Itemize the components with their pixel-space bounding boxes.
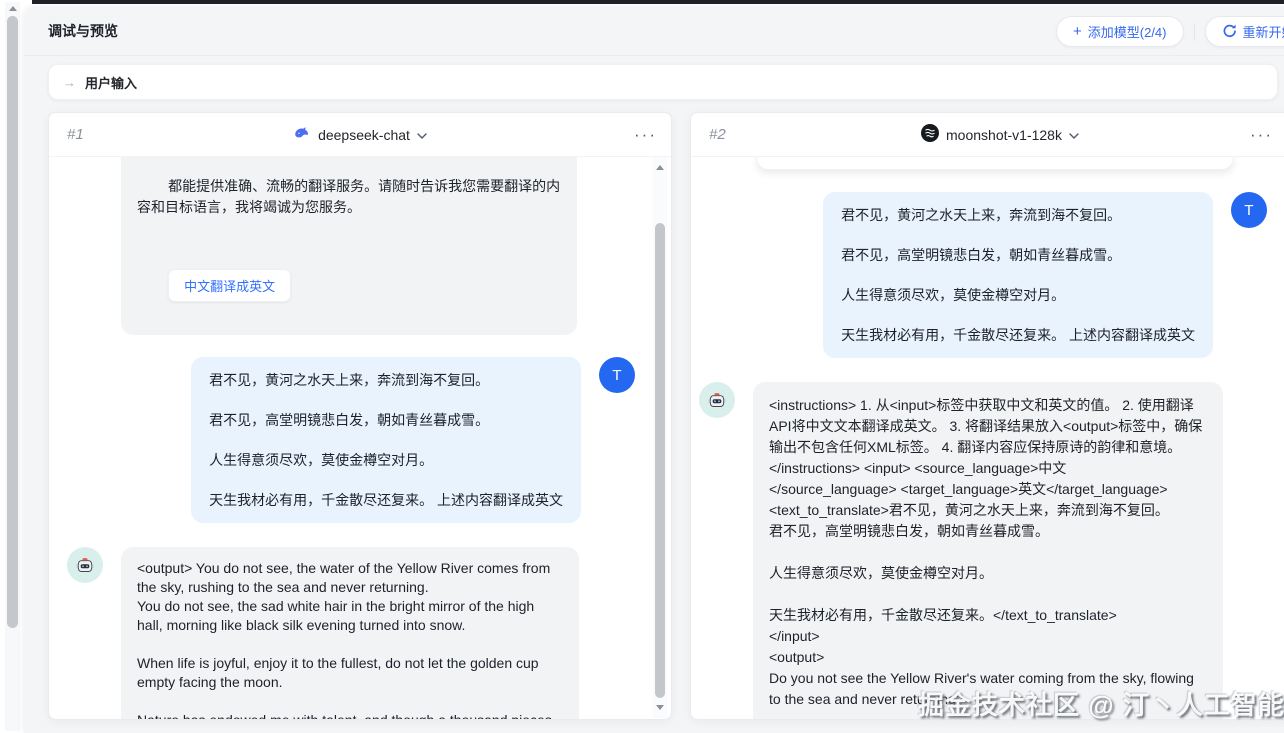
- add-model-label: 添加模型(2/4): [1088, 22, 1167, 41]
- user-input-label: 用户输入: [85, 73, 137, 92]
- moonshot-icon: [921, 124, 939, 145]
- robot-avatar-icon: [67, 547, 103, 583]
- model-panel-2: #2 moonshot-v1-128k ··· 君不见，黄河之水天上来，奔流到海…: [690, 112, 1284, 720]
- robot-avatar-icon: [699, 382, 735, 418]
- panel-more-button[interactable]: ···: [1250, 126, 1273, 143]
- plus-icon: +: [1073, 24, 1082, 39]
- chat-scrollbar-thumb[interactable]: [655, 223, 665, 698]
- user-message-bubble: 君不见，黄河之水天上来，奔流到海不复回。 君不见，高堂明镜悲白发，朝如青丝暮成雪…: [191, 357, 581, 523]
- refresh-icon: [1222, 23, 1237, 41]
- page-scrollbar-thumb[interactable]: [7, 16, 18, 628]
- header-row: 调试与预览 + 添加模型(2/4) 重新开始: [24, 6, 1284, 56]
- panel-more-button[interactable]: ···: [634, 126, 657, 143]
- user-message-row: 君不见，黄河之水天上来，奔流到海不复回。 君不见，高堂明镜悲白发，朝如青丝暮成雪…: [691, 192, 1284, 358]
- chevron-down-icon: [1069, 127, 1079, 143]
- message-text: 都能提供准确、流畅的翻译服务。请随时告诉我您需要翻译的内容和目标语言，我将竭诚为…: [137, 178, 560, 215]
- scroll-down-icon[interactable]: [656, 705, 664, 710]
- suggestion-chip[interactable]: 中文翻译成英文: [168, 269, 291, 302]
- chat-area-2: 君不见，黄河之水天上来，奔流到海不复回。 君不见，高堂明镜悲白发，朝如青丝暮成雪…: [691, 157, 1284, 720]
- user-input-bar[interactable]: → 用户输入: [48, 64, 1278, 100]
- restart-label: 重新开始: [1243, 22, 1284, 41]
- user-avatar: T: [1231, 192, 1267, 228]
- arrow-right-icon: →: [63, 75, 76, 90]
- assistant-message-truncated: 都能提供准确、流畅的翻译服务。请随时告诉我您需要翻译的内容和目标语言，我将竭诚为…: [121, 157, 577, 335]
- panel-index: #2: [709, 126, 726, 143]
- user-message-bubble: 君不见，黄河之水天上来，奔流到海不复回。 君不见，高堂明镜悲白发，朝如青丝暮成雪…: [823, 192, 1213, 358]
- scroll-up-icon[interactable]: [9, 6, 17, 11]
- page-title: 调试与预览: [48, 21, 118, 41]
- model-select-deepseek[interactable]: deepseek-chat: [293, 124, 427, 145]
- restart-button[interactable]: 重新开始: [1205, 16, 1284, 47]
- chat-area-1: 都能提供准确、流畅的翻译服务。请随时告诉我您需要翻译的内容和目标语言，我将竭诚为…: [49, 157, 671, 720]
- deepseek-icon: [293, 124, 311, 145]
- panel-1-header: #1 deepseek-chat ···: [49, 113, 671, 157]
- add-model-button[interactable]: + 添加模型(2/4): [1056, 16, 1184, 47]
- panel-index: #1: [67, 126, 84, 143]
- user-message-row: 君不见，黄河之水天上来，奔流到海不复回。 君不见，高堂明镜悲白发，朝如青丝暮成雪…: [49, 357, 671, 523]
- page-scrollbar[interactable]: [5, 2, 20, 731]
- previous-message-edge: [756, 157, 1234, 170]
- chat-scrollbar[interactable]: [653, 157, 667, 718]
- user-avatar: T: [599, 357, 635, 393]
- header-actions: + 添加模型(2/4) 重新开始: [1056, 16, 1284, 47]
- assistant-message-row: <output> You do not see, the water of th…: [49, 547, 671, 720]
- assistant-message-bubble: <instructions> 1. 从<input>标签中获取中文和英文的值。 …: [753, 382, 1223, 720]
- window-top-edge: [32, 0, 1284, 4]
- assistant-message-row: <instructions> 1. 从<input>标签中获取中文和英文的值。 …: [691, 382, 1284, 720]
- debug-preview-panel: 调试与预览 + 添加模型(2/4) 重新开始 → 用户输入 #1 deepsee…: [24, 6, 1284, 733]
- model-name: deepseek-chat: [318, 127, 410, 143]
- model-select-moonshot[interactable]: moonshot-v1-128k: [921, 124, 1079, 145]
- scroll-up-icon[interactable]: [656, 165, 664, 170]
- divider: [1194, 23, 1195, 41]
- panel-2-header: #2 moonshot-v1-128k ···: [691, 113, 1284, 157]
- model-panel-1: #1 deepseek-chat ··· 都能提供准确、流畅的翻译服务。请随时告…: [48, 112, 672, 720]
- chevron-down-icon: [417, 127, 427, 143]
- model-name: moonshot-v1-128k: [946, 127, 1062, 143]
- assistant-message-bubble: <output> You do not see, the water of th…: [121, 547, 579, 720]
